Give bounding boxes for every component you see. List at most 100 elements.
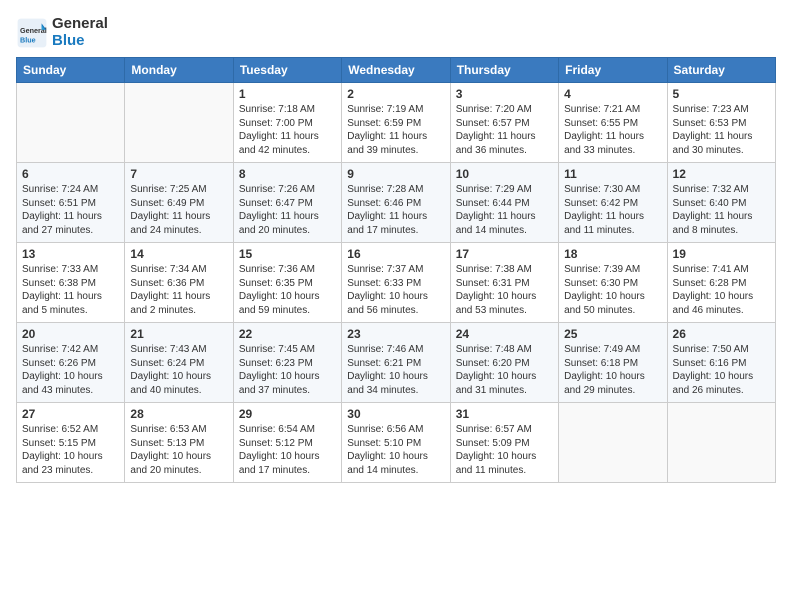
col-header-wednesday: Wednesday (342, 58, 450, 83)
day-number: 24 (456, 327, 553, 341)
calendar-cell: 1Sunrise: 7:18 AM Sunset: 7:00 PM Daylig… (233, 83, 341, 163)
calendar-cell: 26Sunrise: 7:50 AM Sunset: 6:16 PM Dayli… (667, 323, 775, 403)
day-number: 5 (673, 87, 770, 101)
calendar-cell: 14 Sunrise: 7:34 AM Sunset: 6:36 PM Dayli… (125, 243, 233, 323)
day-number: 21 (130, 327, 227, 341)
day-info: Sunrise: 6:56 AM Sunset: 5:10 PM Dayligh… (347, 423, 444, 477)
calendar-cell: 2Sunrise: 7:19 AM Sunset: 6:59 PM Daylig… (342, 83, 450, 163)
logo-blue: Blue (52, 33, 108, 50)
col-header-sunday: Sunday (17, 58, 125, 83)
day-info: Sunrise: 6:53 AM Sunset: 5:13 PM Dayligh… (130, 423, 227, 477)
calendar-cell: 8 Sunrise: 7:26 AM Sunset: 6:47 PM Daylig… (233, 163, 341, 243)
day-number: 19 (673, 247, 770, 261)
day-info: Sunrise: 7:32 AM Sunset: 6:40 PM Dayligh… (673, 183, 770, 237)
calendar-cell: 16 Sunrise: 7:37 AM Sunset: 6:33 PM Dayli… (342, 243, 450, 323)
day-number: 18 (564, 247, 661, 261)
day-number: 6 (22, 167, 119, 181)
day-info: Sunrise: 7:42 AM Sunset: 6:26 PM Dayligh… (22, 343, 119, 397)
day-number: 3 (456, 87, 553, 101)
svg-text:Blue: Blue (20, 35, 36, 44)
calendar-cell: 11Sunrise: 7:30 AM Sunset: 6:42 PM Dayli… (559, 163, 667, 243)
day-number: 29 (239, 407, 336, 421)
day-info: Sunrise: 7:33 AM Sunset: 6:38 PM Dayligh… (22, 263, 119, 317)
day-info: Sunrise: 7:37 AM Sunset: 6:33 PM Dayligh… (347, 263, 444, 317)
calendar-cell: 28 Sunrise: 6:53 AM Sunset: 5:13 PM Dayli… (125, 403, 233, 483)
day-info: Sunrise: 7:30 AM Sunset: 6:42 PM Dayligh… (564, 183, 661, 237)
calendar-cell: 10 Sunrise: 7:29 AM Sunset: 6:44 PM Dayli… (450, 163, 558, 243)
day-number: 31 (456, 407, 553, 421)
day-info: Sunrise: 7:49 AM Sunset: 6:18 PM Dayligh… (564, 343, 661, 397)
day-info: Sunrise: 7:41 AM Sunset: 6:28 PM Dayligh… (673, 263, 770, 317)
day-number: 14 (130, 247, 227, 261)
col-header-thursday: Thursday (450, 58, 558, 83)
day-info: Sunrise: 6:54 AM Sunset: 5:12 PM Dayligh… (239, 423, 336, 477)
day-number: 10 (456, 167, 553, 181)
logo-icon: General Blue (16, 17, 48, 49)
day-info: Sunrise: 7:20 AM Sunset: 6:57 PM Dayligh… (456, 103, 553, 157)
calendar-cell: 22 Sunrise: 7:45 AM Sunset: 6:23 PM Dayli… (233, 323, 341, 403)
calendar-cell: 9Sunrise: 7:28 AM Sunset: 6:46 PM Daylig… (342, 163, 450, 243)
day-info: Sunrise: 7:48 AM Sunset: 6:20 PM Dayligh… (456, 343, 553, 397)
calendar-cell (559, 403, 667, 483)
calendar-cell: 25 Sunrise: 7:49 AM Sunset: 6:18 PM Dayli… (559, 323, 667, 403)
calendar-cell: 27 Sunrise: 6:52 AM Sunset: 5:15 PM Dayli… (17, 403, 125, 483)
calendar-cell: 19 Sunrise: 7:41 AM Sunset: 6:28 PM Dayli… (667, 243, 775, 323)
calendar-cell: 29 Sunrise: 6:54 AM Sunset: 5:12 PM Dayli… (233, 403, 341, 483)
day-info: Sunrise: 7:24 AM Sunset: 6:51 PM Dayligh… (22, 183, 119, 237)
day-info: Sunrise: 6:52 AM Sunset: 5:15 PM Dayligh… (22, 423, 119, 477)
day-info: Sunrise: 7:23 AM Sunset: 6:53 PM Dayligh… (673, 103, 770, 157)
calendar-cell: 6 Sunrise: 7:24 AM Sunset: 6:51 PM Daylig… (17, 163, 125, 243)
day-number: 16 (347, 247, 444, 261)
calendar-cell: 7 Sunrise: 7:25 AM Sunset: 6:49 PM Daylig… (125, 163, 233, 243)
day-info: Sunrise: 7:43 AM Sunset: 6:24 PM Dayligh… (130, 343, 227, 397)
calendar-cell: 4 Sunrise: 7:21 AM Sunset: 6:55 PM Daylig… (559, 83, 667, 163)
day-info: Sunrise: 7:28 AM Sunset: 6:46 PM Dayligh… (347, 183, 444, 237)
day-number: 17 (456, 247, 553, 261)
day-info: Sunrise: 7:19 AM Sunset: 6:59 PM Dayligh… (347, 103, 444, 157)
calendar-cell: 13 Sunrise: 7:33 AM Sunset: 6:38 PM Dayli… (17, 243, 125, 323)
calendar-cell: 15 Sunrise: 7:36 AM Sunset: 6:35 PM Dayli… (233, 243, 341, 323)
page-header: General Blue General Blue (16, 16, 776, 49)
day-number: 8 (239, 167, 336, 181)
day-number: 27 (22, 407, 119, 421)
calendar-cell: 23Sunrise: 7:46 AM Sunset: 6:21 PM Dayli… (342, 323, 450, 403)
calendar-cell: 12 Sunrise: 7:32 AM Sunset: 6:40 PM Dayli… (667, 163, 775, 243)
day-number: 26 (673, 327, 770, 341)
day-info: Sunrise: 7:29 AM Sunset: 6:44 PM Dayligh… (456, 183, 553, 237)
calendar-cell: 30 Sunrise: 6:56 AM Sunset: 5:10 PM Dayli… (342, 403, 450, 483)
day-info: Sunrise: 7:38 AM Sunset: 6:31 PM Dayligh… (456, 263, 553, 317)
calendar-cell (17, 83, 125, 163)
day-info: Sunrise: 7:26 AM Sunset: 6:47 PM Dayligh… (239, 183, 336, 237)
day-number: 12 (673, 167, 770, 181)
col-header-tuesday: Tuesday (233, 58, 341, 83)
calendar-cell: 17 Sunrise: 7:38 AM Sunset: 6:31 PM Dayli… (450, 243, 558, 323)
logo-general: General (52, 16, 108, 33)
day-number: 7 (130, 167, 227, 181)
calendar-table: SundayMondayTuesdayWednesdayThursdayFrid… (16, 57, 776, 483)
day-info: Sunrise: 7:36 AM Sunset: 6:35 PM Dayligh… (239, 263, 336, 317)
calendar-cell: 31 Sunrise: 6:57 AM Sunset: 5:09 PM Dayli… (450, 403, 558, 483)
calendar-cell: 20 Sunrise: 7:42 AM Sunset: 6:26 PM Dayli… (17, 323, 125, 403)
day-info: Sunrise: 7:25 AM Sunset: 6:49 PM Dayligh… (130, 183, 227, 237)
calendar-cell: 24 Sunrise: 7:48 AM Sunset: 6:20 PM Dayli… (450, 323, 558, 403)
calendar-cell (667, 403, 775, 483)
calendar-cell: 18Sunrise: 7:39 AM Sunset: 6:30 PM Dayli… (559, 243, 667, 323)
day-info: Sunrise: 7:18 AM Sunset: 7:00 PM Dayligh… (239, 103, 336, 157)
day-number: 4 (564, 87, 661, 101)
day-info: Sunrise: 6:57 AM Sunset: 5:09 PM Dayligh… (456, 423, 553, 477)
day-number: 28 (130, 407, 227, 421)
calendar-cell: 3 Sunrise: 7:20 AM Sunset: 6:57 PM Daylig… (450, 83, 558, 163)
calendar-cell: 5 Sunrise: 7:23 AM Sunset: 6:53 PM Daylig… (667, 83, 775, 163)
day-info: Sunrise: 7:21 AM Sunset: 6:55 PM Dayligh… (564, 103, 661, 157)
day-number: 25 (564, 327, 661, 341)
day-number: 30 (347, 407, 444, 421)
day-info: Sunrise: 7:34 AM Sunset: 6:36 PM Dayligh… (130, 263, 227, 317)
day-number: 15 (239, 247, 336, 261)
day-number: 22 (239, 327, 336, 341)
day-info: Sunrise: 7:45 AM Sunset: 6:23 PM Dayligh… (239, 343, 336, 397)
col-header-saturday: Saturday (667, 58, 775, 83)
day-number: 20 (22, 327, 119, 341)
day-info: Sunrise: 7:46 AM Sunset: 6:21 PM Dayligh… (347, 343, 444, 397)
day-number: 13 (22, 247, 119, 261)
col-header-friday: Friday (559, 58, 667, 83)
